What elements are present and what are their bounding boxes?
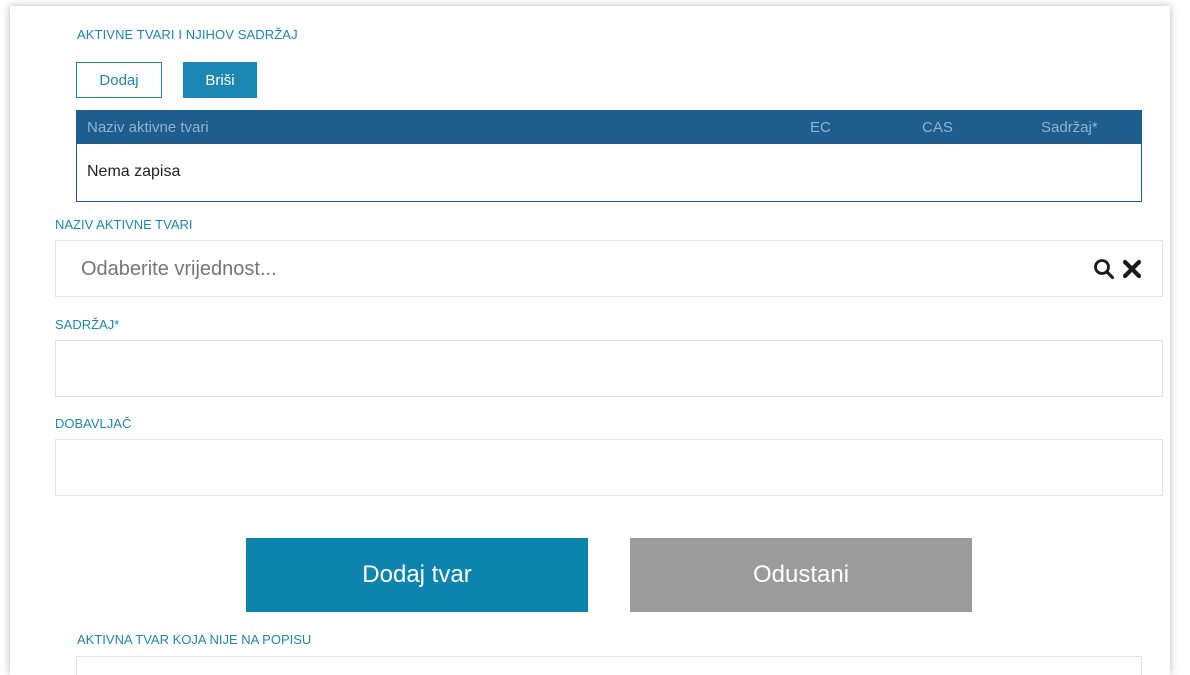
delete-button[interactable]: Briši	[183, 62, 257, 98]
column-header-content[interactable]: Sadržaj*	[1041, 119, 1098, 136]
content-input[interactable]	[55, 340, 1163, 397]
cancel-button[interactable]: Odustani	[630, 538, 972, 612]
unlisted-substance-input[interactable]	[76, 656, 1142, 675]
add-substance-button[interactable]: Dodaj tvar	[246, 538, 588, 612]
section-title: AKTIVNE TVARI I NJIHOV SADRŽAJ	[77, 27, 298, 42]
supplier-label: DOBAVLJAČ	[55, 416, 132, 431]
column-header-cas[interactable]: CAS	[922, 119, 953, 136]
column-header-ec[interactable]: EC	[810, 119, 831, 136]
substances-table: Naziv aktivne tvari EC CAS Sadržaj* Nema…	[76, 110, 1142, 202]
add-button[interactable]: Dodaj	[76, 62, 162, 98]
column-header-name[interactable]: Naziv aktivne tvari	[87, 119, 209, 136]
content-label: SADRŽAJ*	[55, 317, 120, 332]
supplier-input[interactable]	[55, 439, 1163, 496]
empty-message: Nema zapisa	[87, 163, 181, 180]
close-icon[interactable]	[1120, 257, 1144, 281]
search-icon[interactable]	[1092, 257, 1116, 281]
substance-name-field[interactable]: Odaberite vrijednost...	[55, 240, 1163, 297]
table-empty-row: Nema zapisa	[77, 144, 1141, 201]
substance-name-label: NAZIV AKTIVNE TVARI	[55, 217, 193, 232]
substance-name-placeholder: Odaberite vrijednost...	[81, 258, 277, 280]
unlisted-substance-title: AKTIVNA TVAR KOJA NIJE NA POPISU	[77, 632, 312, 647]
table-header: Naziv aktivne tvari EC CAS Sadržaj*	[77, 111, 1141, 144]
active-substances-panel: AKTIVNE TVARI I NJIHOV SADRŽAJ Dodaj Bri…	[10, 6, 1170, 675]
